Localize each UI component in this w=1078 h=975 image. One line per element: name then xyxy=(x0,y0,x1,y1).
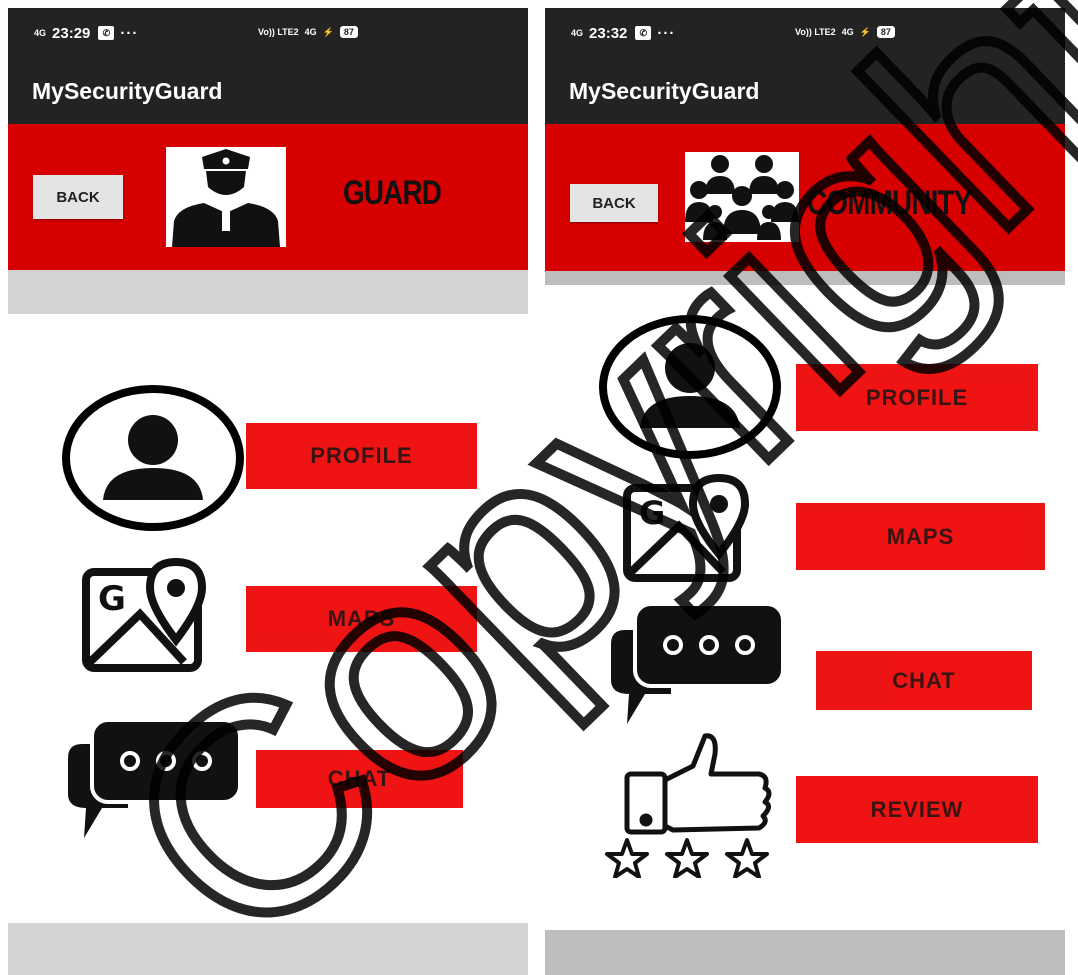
community-screen: 4G 23:32 ✆ ··· Vo)) LTE2 4G ⚡ 87 MySecur… xyxy=(545,8,1065,975)
signal-icon: 4G xyxy=(571,27,584,38)
header-title: GUARD xyxy=(343,174,442,212)
battery-icon: 87 xyxy=(339,26,358,38)
profile-button[interactable]: PROFILE xyxy=(246,423,477,489)
app-title: MySecurityGuard xyxy=(8,58,528,124)
maps-button[interactable]: MAPS xyxy=(796,503,1045,570)
network-icon: 4G xyxy=(841,27,854,37)
volte-icon: Vo)) LTE2 xyxy=(795,27,836,37)
status-bar: 4G 23:29 ✆ ··· Vo)) LTE2 4G ⚡ 87 xyxy=(8,8,528,58)
status-time: 23:29 xyxy=(52,24,91,42)
back-button[interactable]: BACK xyxy=(33,175,123,219)
notification-icon: ✆ xyxy=(635,26,652,40)
user-circle-icon[interactable] xyxy=(60,384,246,532)
more-notifications-icon: ··· xyxy=(657,24,676,42)
more-notifications-icon: ··· xyxy=(120,24,139,42)
volte-icon: Vo)) LTE2 xyxy=(258,27,299,37)
header-banner: BACK GUARD xyxy=(8,124,528,270)
bottom-nav-bar xyxy=(8,923,528,975)
guard-screen: 4G 23:29 ✆ ··· Vo)) LTE2 4G ⚡ 87 MySecur… xyxy=(8,8,528,975)
thumbs-up-stars-icon[interactable] xyxy=(597,732,787,879)
status-bar: 4G 23:32 ✆ ··· Vo)) LTE2 4G ⚡ 87 xyxy=(545,8,1065,58)
notification-icon: ✆ xyxy=(98,26,115,40)
battery-icon: 87 xyxy=(876,26,895,38)
app-title: MySecurityGuard xyxy=(545,58,1065,124)
divider-strip xyxy=(545,271,1065,285)
charging-icon: ⚡ xyxy=(322,26,334,37)
header-title: COMMUNITY xyxy=(807,184,972,222)
status-time: 23:32 xyxy=(589,24,628,42)
user-circle-icon[interactable] xyxy=(597,314,783,460)
review-button[interactable]: REVIEW xyxy=(796,776,1038,843)
divider-strip xyxy=(8,270,528,314)
chat-bubbles-icon[interactable] xyxy=(603,600,787,726)
signal-icon: 4G xyxy=(34,27,47,38)
svg-text:G: G xyxy=(98,579,126,619)
google-maps-icon[interactable]: G xyxy=(80,557,218,676)
bottom-nav-bar xyxy=(545,930,1065,975)
chat-button[interactable]: CHAT xyxy=(816,651,1032,710)
profile-button[interactable]: PROFILE xyxy=(796,364,1038,431)
network-icon: 4G xyxy=(304,27,317,37)
google-maps-icon[interactable]: G xyxy=(621,473,761,586)
back-button[interactable]: BACK xyxy=(570,184,658,222)
svg-text:G: G xyxy=(639,494,665,532)
header-banner: BACK COMMUNITY xyxy=(545,124,1065,271)
community-group-icon xyxy=(685,152,799,242)
chat-button[interactable]: CHAT xyxy=(256,750,463,808)
chat-bubbles-icon[interactable] xyxy=(58,716,244,842)
police-officer-icon xyxy=(166,147,286,247)
maps-button[interactable]: MAPS xyxy=(246,586,477,652)
charging-icon: ⚡ xyxy=(859,26,871,37)
